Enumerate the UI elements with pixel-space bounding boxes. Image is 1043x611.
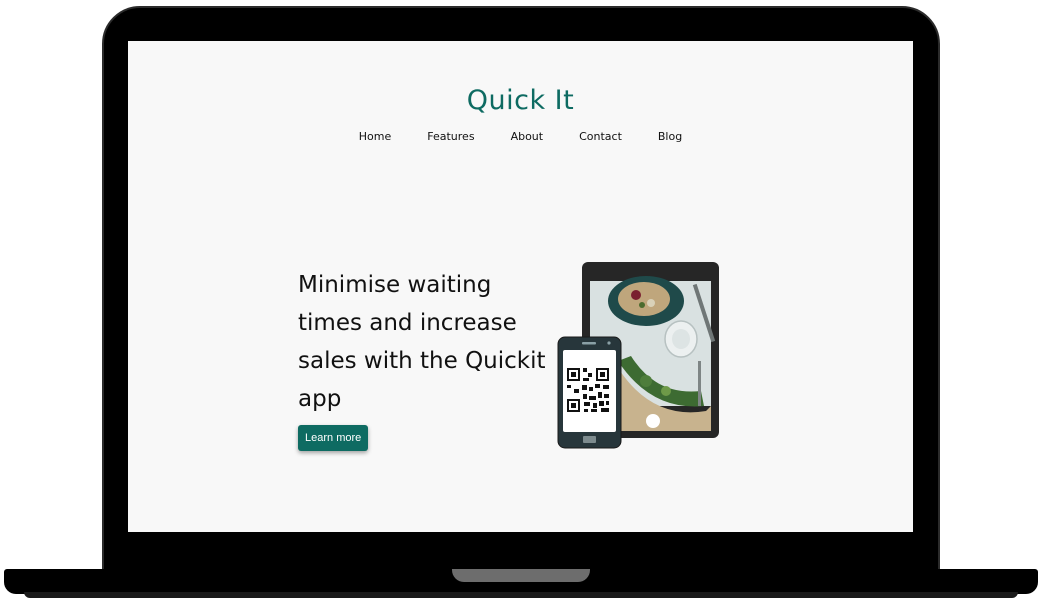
nav-home[interactable]: Home bbox=[341, 130, 409, 143]
nav-contact[interactable]: Contact bbox=[561, 130, 640, 143]
laptop-base-shadow bbox=[24, 592, 1018, 598]
laptop-notch bbox=[452, 569, 590, 582]
phone-icon bbox=[557, 336, 622, 449]
nav-blog[interactable]: Blog bbox=[640, 130, 700, 143]
devices-illustration bbox=[557, 262, 719, 449]
nav-about[interactable]: About bbox=[493, 130, 562, 143]
main-nav: Home Features About Contact Blog bbox=[128, 130, 913, 143]
nav-features[interactable]: Features bbox=[409, 130, 492, 143]
laptop-screen: Quick It Home Features About Contact Blo… bbox=[128, 41, 913, 532]
hero-headline: Minimise waiting times and increase sale… bbox=[298, 272, 546, 412]
learn-more-button[interactable]: Learn more bbox=[298, 425, 369, 451]
site-logo[interactable]: Quick It bbox=[128, 85, 913, 116]
